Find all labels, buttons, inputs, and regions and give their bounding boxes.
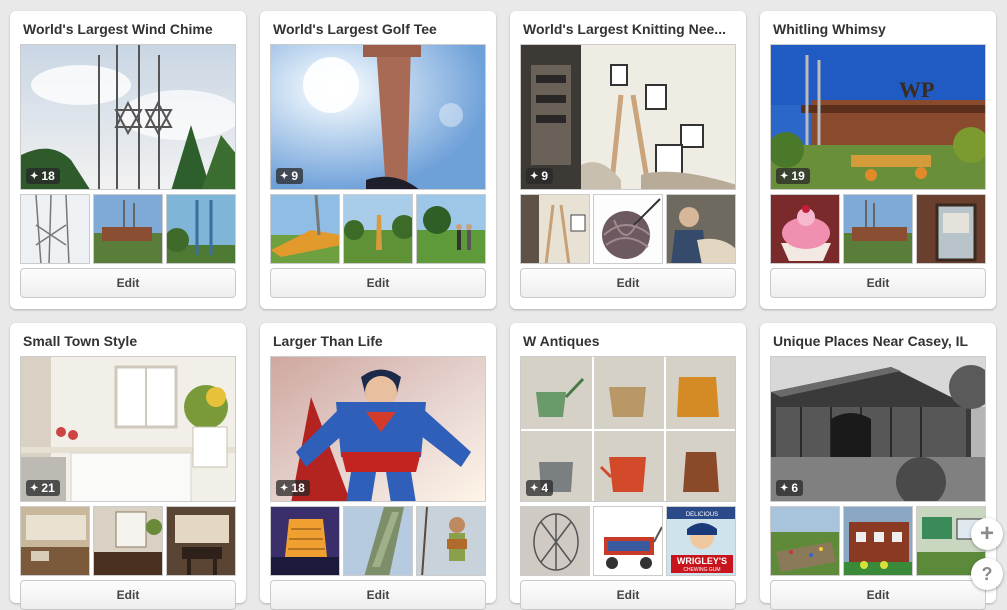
board-card: Whitling Whimsy WP ✦ 19 Edit bbox=[760, 11, 996, 309]
board-title[interactable]: W Antiques bbox=[523, 333, 735, 349]
board-thumbnail[interactable] bbox=[770, 506, 840, 576]
plus-icon: + bbox=[979, 520, 994, 547]
board-thumbnail[interactable] bbox=[166, 506, 236, 576]
pushpin-icon: ✦ bbox=[30, 482, 39, 494]
board-card: World's Largest Knitting Nee... ✦ 9 Edit bbox=[510, 11, 746, 309]
board-thumbnail[interactable] bbox=[843, 194, 913, 264]
pushpin-icon: ✦ bbox=[280, 482, 289, 494]
pushpin-icon: ✦ bbox=[780, 482, 789, 494]
board-title[interactable]: World's Largest Wind Chime bbox=[23, 21, 235, 37]
board-title[interactable]: Whitling Whimsy bbox=[773, 21, 985, 37]
board-thumbnail[interactable] bbox=[520, 194, 590, 264]
pin-count-badge: ✦ 4 bbox=[526, 480, 554, 496]
board-thumbnail[interactable] bbox=[593, 194, 663, 264]
board-card: World's Largest Golf Tee ✦ 9 Edit bbox=[260, 11, 496, 309]
board-thumbnail[interactable] bbox=[93, 506, 163, 576]
board-thumbnail[interactable] bbox=[270, 506, 340, 576]
board-cover-image[interactable]: WP ✦ 19 bbox=[770, 44, 986, 190]
board-card: W Antiques ✦ 4 DELICIOUS WRIGLEY'S CHEWING … bbox=[510, 323, 746, 610]
board-thumbnail[interactable] bbox=[343, 506, 413, 576]
pushpin-icon: ✦ bbox=[30, 170, 39, 182]
board-thumbnail[interactable] bbox=[593, 506, 663, 576]
pin-count-badge: ✦ 6 bbox=[776, 480, 804, 496]
board-thumbnail[interactable] bbox=[166, 194, 236, 264]
pushpin-icon: ✦ bbox=[780, 170, 789, 182]
board-card: Unique Places Near Casey, IL ✦ 6 Edit bbox=[760, 323, 996, 610]
chewing-gum-text: CHEWING GUM bbox=[683, 567, 720, 573]
board-title[interactable]: Unique Places Near Casey, IL bbox=[773, 333, 985, 349]
board-thumbnail[interactable] bbox=[666, 194, 736, 264]
edit-board-button[interactable]: Edit bbox=[770, 268, 986, 298]
board-title[interactable]: World's Largest Knitting Nee... bbox=[523, 21, 735, 37]
pin-count-badge: ✦ 9 bbox=[276, 168, 304, 184]
board-card: World's Largest Wind Chime ✦ 18 Edit bbox=[10, 11, 246, 309]
board-title[interactable]: World's Largest Golf Tee bbox=[273, 21, 485, 37]
board-thumbnail[interactable] bbox=[20, 194, 90, 264]
board-cover-image[interactable]: ✦ 9 bbox=[520, 44, 736, 190]
board-cover-image[interactable]: ✦ 6 bbox=[770, 356, 986, 502]
board-thumbnail[interactable] bbox=[343, 194, 413, 264]
pushpin-icon: ✦ bbox=[530, 482, 539, 494]
board-thumbnail[interactable] bbox=[843, 506, 913, 576]
board-thumbnail[interactable] bbox=[416, 194, 486, 264]
pushpin-icon: ✦ bbox=[530, 170, 539, 182]
board-thumbnail[interactable] bbox=[520, 506, 590, 576]
board-cover-image[interactable]: ✦ 21 bbox=[20, 356, 236, 502]
pin-count-badge: ✦ 18 bbox=[26, 168, 60, 184]
board-thumbnail[interactable] bbox=[416, 506, 486, 576]
board-thumbnail[interactable] bbox=[20, 506, 90, 576]
add-pin-button[interactable]: + bbox=[971, 518, 1003, 550]
board-card: Small Town Style ✦ 21 Edit bbox=[10, 323, 246, 610]
board-cover-image[interactable]: ✦ 4 bbox=[520, 356, 736, 502]
board-title[interactable]: Larger Than Life bbox=[273, 333, 485, 349]
pin-count-badge: ✦ 9 bbox=[526, 168, 554, 184]
board-cover-image[interactable]: ✦ 18 bbox=[20, 44, 236, 190]
pin-count-badge: ✦ 19 bbox=[776, 168, 810, 184]
board-title[interactable]: Small Town Style bbox=[23, 333, 235, 349]
board-thumbnail[interactable] bbox=[916, 194, 986, 264]
question-icon: ? bbox=[981, 563, 993, 584]
board-cover-image[interactable]: ✦ 9 bbox=[270, 44, 486, 190]
edit-board-button[interactable]: Edit bbox=[520, 268, 736, 298]
edit-board-button[interactable]: Edit bbox=[20, 268, 236, 298]
pin-count-badge: ✦ 21 bbox=[26, 480, 60, 496]
help-button[interactable]: ? bbox=[971, 558, 1003, 590]
board-thumbnail[interactable] bbox=[270, 194, 340, 264]
pushpin-icon: ✦ bbox=[280, 170, 289, 182]
delicious-sign-text: DELICIOUS bbox=[686, 512, 718, 518]
board-thumbnail[interactable] bbox=[93, 194, 163, 264]
board-thumbnail[interactable]: DELICIOUS WRIGLEY'S CHEWING GUM bbox=[666, 506, 736, 576]
wrigleys-sign-text: WRIGLEY'S bbox=[677, 556, 727, 566]
board-thumbnail[interactable] bbox=[770, 194, 840, 264]
board-card: Larger Than Life ✦ 18 Edit bbox=[260, 323, 496, 610]
pin-count-badge: ✦ 18 bbox=[276, 480, 310, 496]
board-cover-image[interactable]: ✦ 18 bbox=[270, 356, 486, 502]
wp-sign-text: WP bbox=[899, 77, 934, 102]
edit-board-button[interactable]: Edit bbox=[270, 268, 486, 298]
